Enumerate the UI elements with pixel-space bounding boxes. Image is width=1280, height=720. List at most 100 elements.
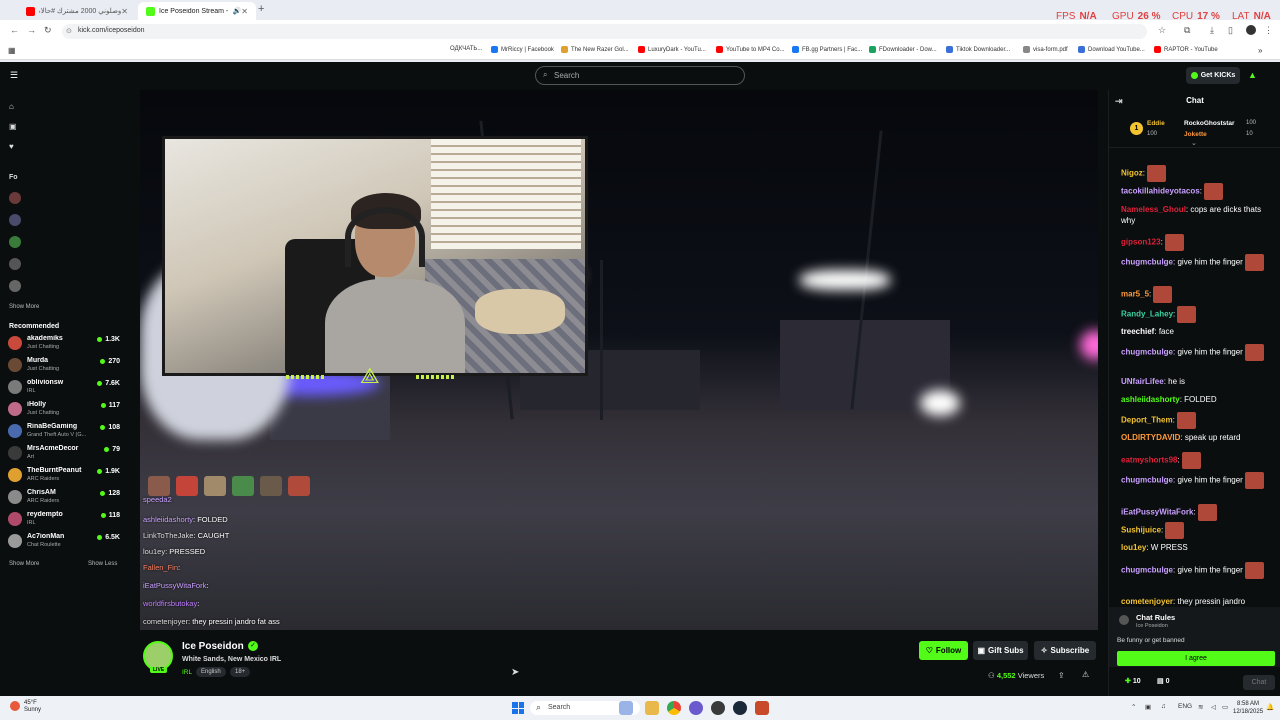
notification-icon[interactable]: ▲ [1248, 70, 1257, 80]
recommended-channel[interactable]: Murda Just Chatting 270 [0, 355, 140, 375]
browser-tab-kick[interactable]: Ice Poseidon Stream - Watc 🔊 ✕ [138, 2, 256, 20]
chat-username[interactable]: treechief [1121, 327, 1154, 336]
reload-icon[interactable]: ↻ [44, 25, 52, 36]
chat-username[interactable]: chugmcbulge [1121, 566, 1173, 575]
channel-name[interactable]: Ice Poseidon [182, 641, 244, 652]
profile-avatar[interactable] [1246, 25, 1256, 35]
app-icon[interactable] [711, 701, 725, 715]
followed-channel-avatar[interactable] [9, 192, 21, 204]
report-icon[interactable]: ⚠ [1082, 670, 1089, 679]
chat-username[interactable]: iEatPussyWitaFork [1121, 508, 1193, 517]
followed-channel-avatar[interactable] [9, 214, 21, 226]
bookmark-item[interactable]: visa-form.pdf [1023, 46, 1068, 53]
wifi-icon[interactable]: ≋ [1198, 703, 1203, 711]
collapse-chat-icon[interactable]: ⇥ [1115, 90, 1123, 112]
file-explorer-icon[interactable] [645, 701, 659, 715]
show-more-button[interactable]: Show More [9, 561, 39, 567]
follow-button[interactable]: ♡ Follow [919, 641, 968, 660]
notifications-icon[interactable]: 🔔 [1266, 703, 1274, 711]
volume-icon[interactable]: ◁ [1211, 703, 1216, 711]
menu-icon[interactable]: ⋮ [1264, 25, 1273, 36]
mute-icon[interactable]: 🔊 [233, 7, 242, 15]
video-player[interactable]: ⟁ speeda2 ashleiidashorty: FOLDED LinkToTh… [140, 90, 1098, 630]
tag-language[interactable]: English [196, 667, 226, 677]
browse-icon[interactable]: ▣ [9, 122, 17, 131]
app-icon[interactable] [755, 701, 769, 715]
extensions-icon[interactable]: ⧉ [1184, 25, 1190, 36]
download-icon[interactable]: ⤓ [1210, 25, 1214, 36]
show-more-following-button[interactable]: Show More [9, 304, 39, 310]
home-icon[interactable]: ⌂ [9, 102, 14, 111]
chat-username[interactable]: OLDIRTYDAVID [1121, 433, 1180, 442]
chat-username[interactable]: ashleiidashorty [1121, 395, 1180, 404]
chat-username[interactable]: mar5_5 [1121, 290, 1149, 299]
steam-icon[interactable] [733, 701, 747, 715]
bookmark-item[interactable]: Tiktok Downloader... [946, 46, 1010, 53]
chat-username[interactable]: chugmcbulge [1121, 476, 1173, 485]
bookmark-item[interactable]: RAPTOR - YouTube [1154, 46, 1218, 53]
chat-username[interactable]: Sushijuice [1121, 526, 1161, 535]
tag-age-rating[interactable]: 18+ [230, 667, 251, 677]
expand-chevron-icon[interactable]: ⌄ [1191, 139, 1197, 147]
recommended-channel[interactable]: ChrisAM ARC Raiders 128 [0, 487, 140, 507]
forward-icon[interactable]: → [27, 25, 36, 35]
kicks-balance[interactable]: ✚ 10 [1125, 677, 1141, 685]
subscribe-button[interactable]: ✧ Subscribe [1034, 641, 1096, 660]
new-tab-button[interactable]: + [258, 3, 264, 15]
discord-icon[interactable] [689, 701, 703, 715]
followed-channel-avatar[interactable] [9, 258, 21, 270]
microphone-icon[interactable]: ♫ [1161, 703, 1166, 710]
back-icon[interactable]: ← [10, 25, 19, 35]
chat-username[interactable]: chugmcbulge [1121, 348, 1173, 357]
bookmark-item[interactable]: FB.gg Partners | Fac... [792, 46, 862, 53]
search-input[interactable]: ⌕ Search [535, 66, 745, 85]
bookmark-item[interactable]: MrRiccy | Facebook [491, 46, 554, 53]
bookmark-item[interactable]: YouTube to MP4 Co... [716, 46, 785, 53]
recommended-channel[interactable]: reydempto IRL 118 [0, 509, 140, 529]
recommended-channel[interactable]: TheBurntPeanut ARC Raiders 1.9K [0, 465, 140, 485]
bookmark-star-icon[interactable]: ☆ [1158, 25, 1166, 36]
battery-icon[interactable]: ▭ [1222, 703, 1228, 711]
bookmark-item[interactable]: The New Razer Gol... [561, 46, 629, 53]
recommended-channel[interactable]: oblivionsw IRL 7.6K [0, 377, 140, 397]
chat-username[interactable]: eatmyshorts98 [1121, 456, 1177, 465]
start-button[interactable] [512, 702, 524, 714]
recommended-channel[interactable]: Ac7ionMan Chat Roulette 6.5K [0, 531, 140, 551]
url-field[interactable]: ⊙ kick.com/iceposeidon [62, 24, 1147, 39]
hamburger-menu-icon[interactable]: ☰ [10, 70, 18, 81]
chat-username[interactable]: Nameless_Ghoul [1121, 205, 1186, 214]
stream-category-link[interactable]: IRL [182, 669, 192, 676]
bookmark-item[interactable]: FDownloader - Dow... [869, 46, 937, 53]
gift-subs-button[interactable]: ▣ Gift Subs [973, 641, 1028, 660]
close-tab-icon[interactable]: ✕ [121, 7, 128, 16]
following-icon[interactable]: ♥ [9, 142, 14, 151]
followed-channel-avatar[interactable] [9, 280, 21, 292]
widget-app-icon[interactable] [619, 701, 633, 715]
chat-username[interactable]: lou1ey [1121, 543, 1146, 552]
chat-username[interactable]: cometenjoyer [1121, 597, 1173, 606]
tray-app-icon[interactable]: ▣ [1145, 703, 1151, 711]
chrome-icon[interactable] [667, 701, 681, 715]
sidebar-icon[interactable]: ▯ [1228, 25, 1233, 36]
chat-username[interactable]: Randy_Lahey [1121, 310, 1173, 319]
site-info-icon[interactable]: ⊙ [66, 27, 72, 35]
recommended-channel[interactable]: RinaBeGaming Grand Theft Auto V (G... 108 [0, 421, 140, 441]
tray-overflow-icon[interactable]: ⌃ [1131, 703, 1136, 711]
chat-username[interactable]: chugmcbulge [1121, 258, 1173, 267]
apps-icon[interactable]: ▦ [8, 46, 16, 55]
more-bookmarks-icon[interactable]: » [1258, 46, 1262, 55]
close-tab-icon[interactable]: ✕ [241, 7, 248, 16]
recommended-channel[interactable]: MrsAcmeDecor Art 79 [0, 443, 140, 463]
chat-send-button[interactable]: Chat [1243, 675, 1275, 690]
browser-tab-youtube[interactable]: وصلوني 2000 مشترك #حالات ✕ [18, 2, 136, 20]
clock[interactable]: 8:58 AM 12/18/2025 [1233, 700, 1263, 716]
chat-username[interactable]: Nigoz [1121, 169, 1143, 178]
share-icon[interactable]: ⇪ [1058, 671, 1065, 680]
bookmark-item[interactable]: OДКЧАТЬ... [450, 46, 482, 52]
chat-username[interactable]: gipson123 [1121, 238, 1161, 247]
chat-username[interactable]: UNfairLifee [1121, 377, 1164, 386]
show-less-button[interactable]: Show Less [88, 561, 117, 567]
lootbox-count[interactable]: ▤ 0 [1157, 677, 1169, 685]
chat-username[interactable]: Deport_Them [1121, 416, 1173, 425]
language-indicator[interactable]: ENG [1178, 703, 1192, 710]
